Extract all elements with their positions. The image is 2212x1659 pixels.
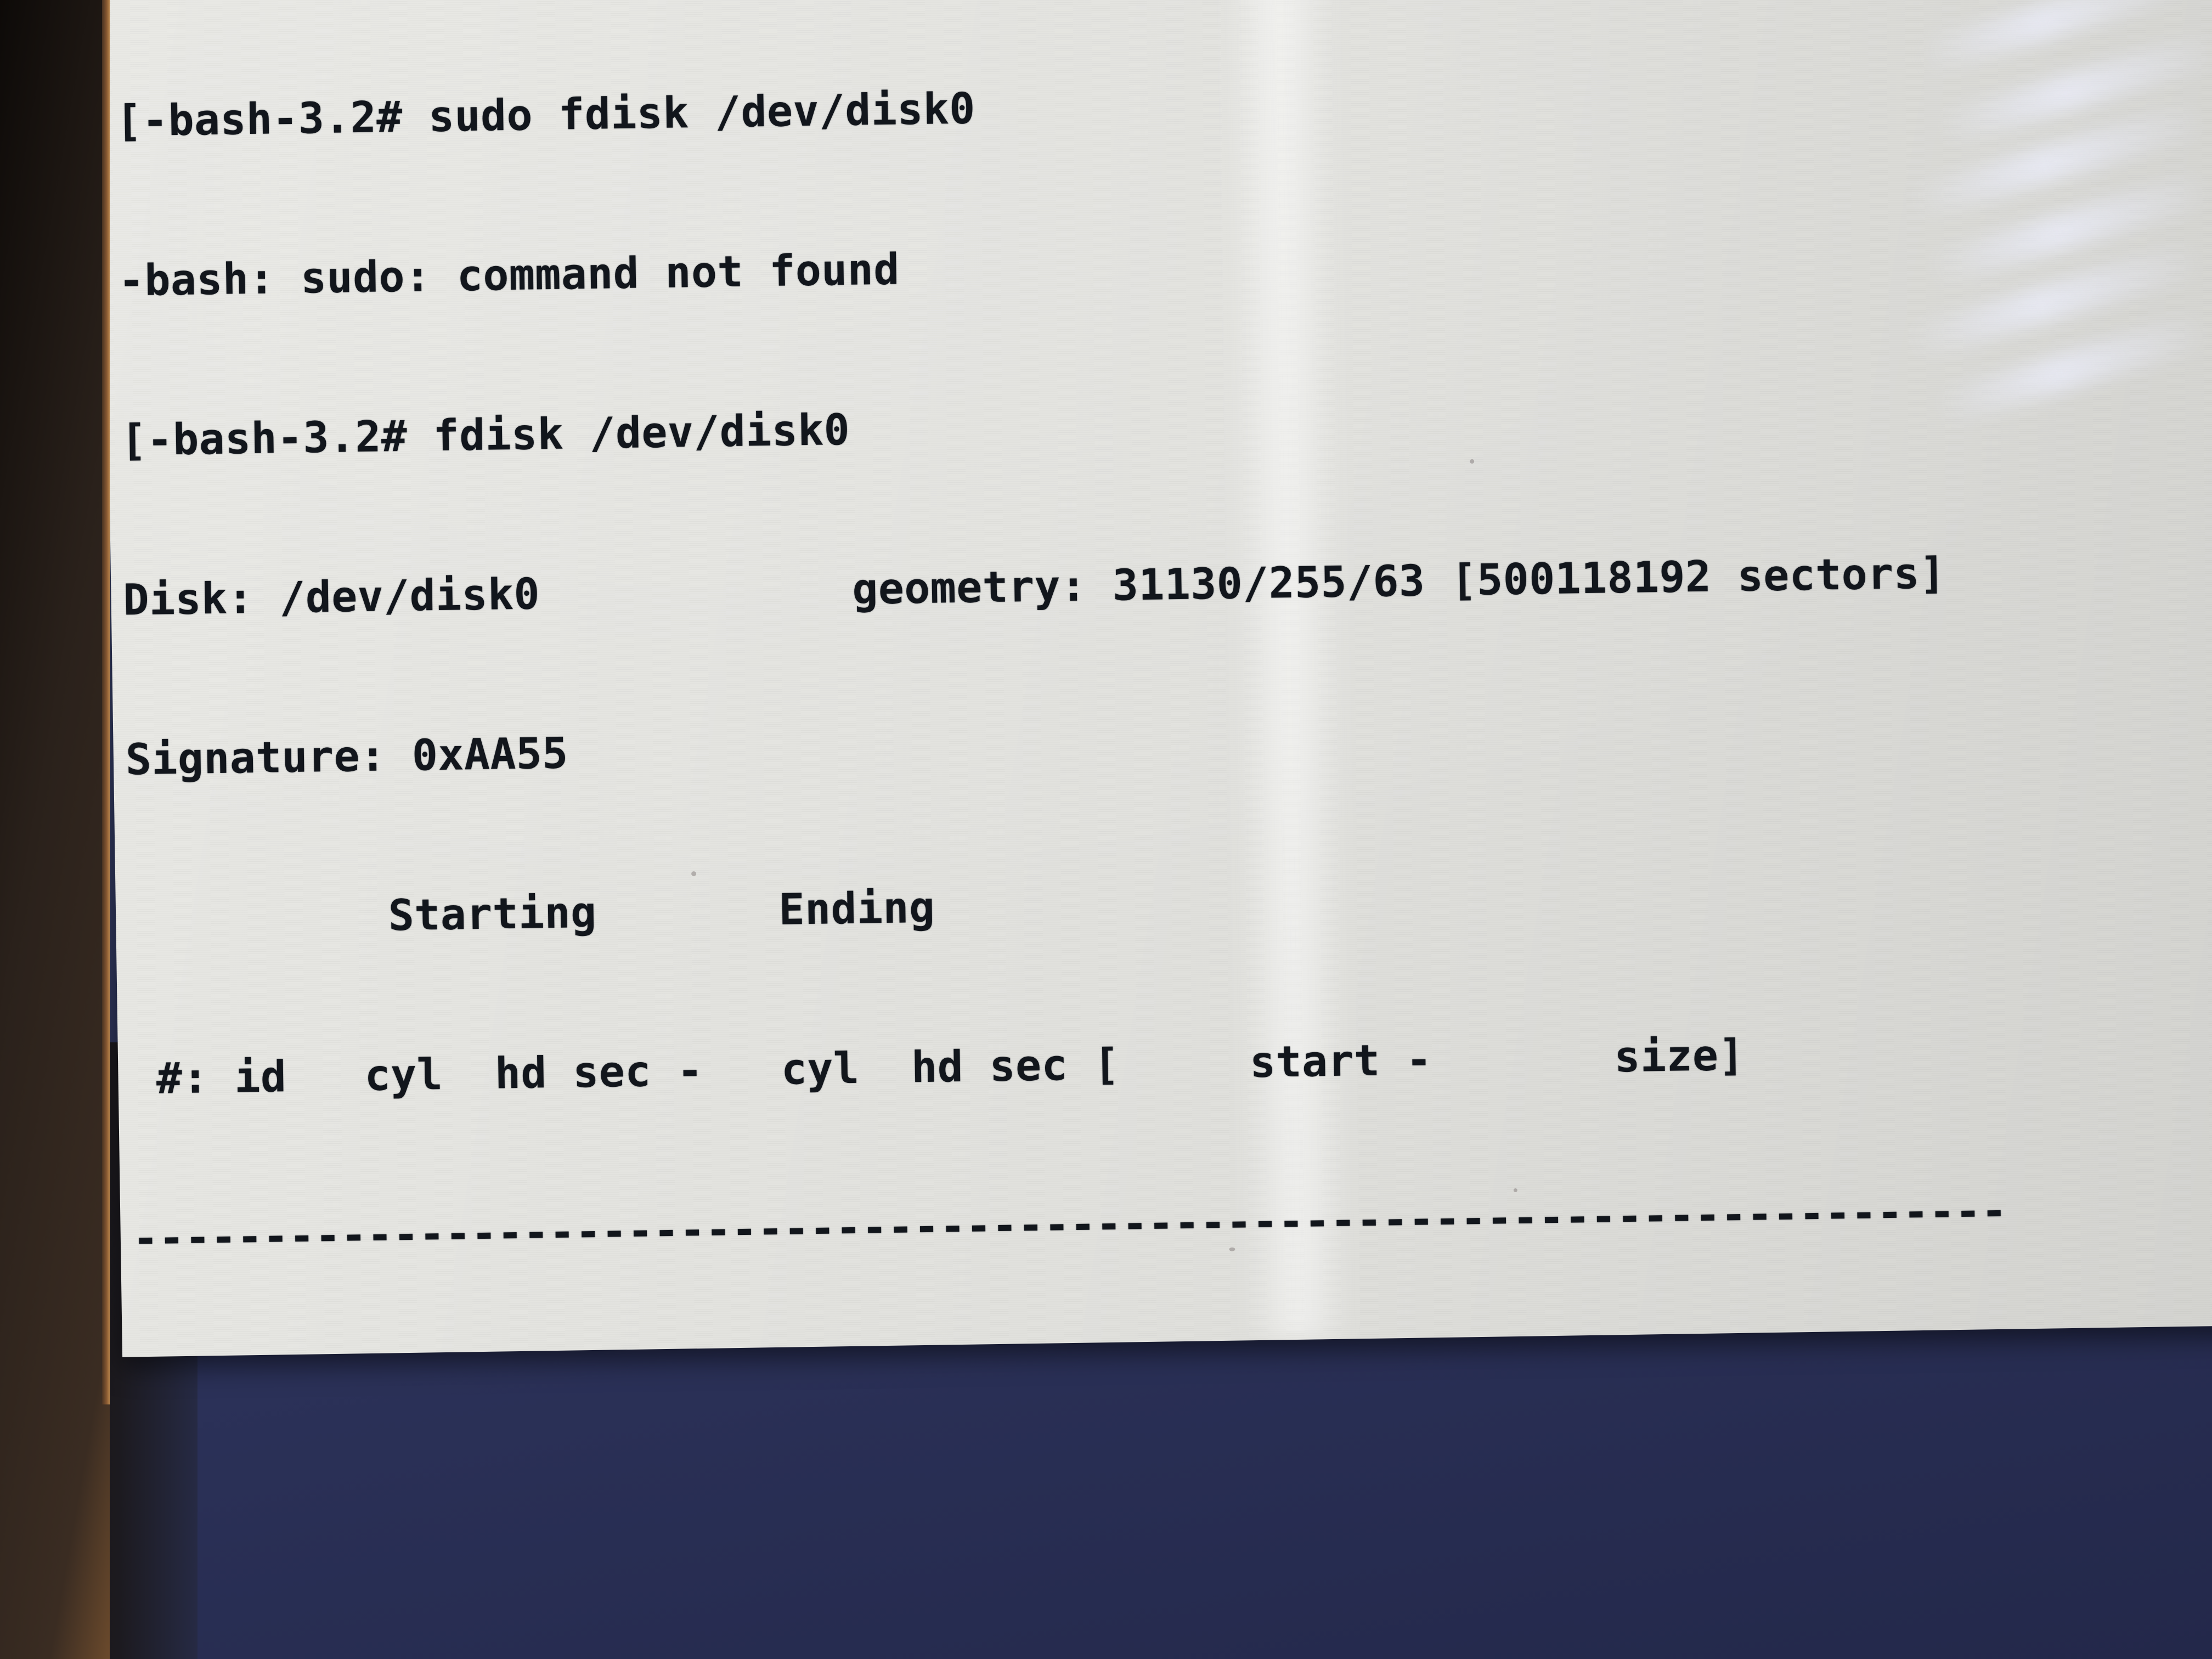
terminal-line-error-not-found: -bash: sudo: command not found (118, 245, 900, 306)
terminal-output[interactable]: [-bash-3.2# sudo fdisk /dev/disk0 -bash:… (114, 0, 2099, 1357)
partition-table-column-header: #: id cyl hd sec - cyl hd sec [ start - … (129, 1030, 1745, 1104)
terminal-line-disk-geometry: Disk: /dev/disk0 geometry: 31130/255/63 … (122, 549, 1946, 625)
partition-table-group-header: Starting Ending (127, 883, 936, 945)
photo-of-screen: [-bash-3.2# sudo fdisk /dev/disk0 -bash:… (0, 0, 2212, 1659)
terminal-window-wrapper: [-bash-3.2# sudo fdisk /dev/disk0 -bash:… (102, 0, 2212, 1368)
display-bezel-left (0, 0, 110, 1659)
partition-table-separator: ----------------------------------------… (132, 1186, 2008, 1264)
terminal-line-command-fdisk: [-bash-3.2# fdisk /dev/disk0 (120, 405, 850, 466)
display-bezel-rim (102, 0, 110, 1404)
terminal-line-command-sudo: [-bash-3.2# sudo fdisk /dev/disk0 (116, 84, 976, 146)
terminal-window[interactable]: [-bash-3.2# sudo fdisk /dev/disk0 -bash:… (102, 0, 2212, 1357)
terminal-line-signature: Signature: 0xAA55 (125, 729, 569, 785)
